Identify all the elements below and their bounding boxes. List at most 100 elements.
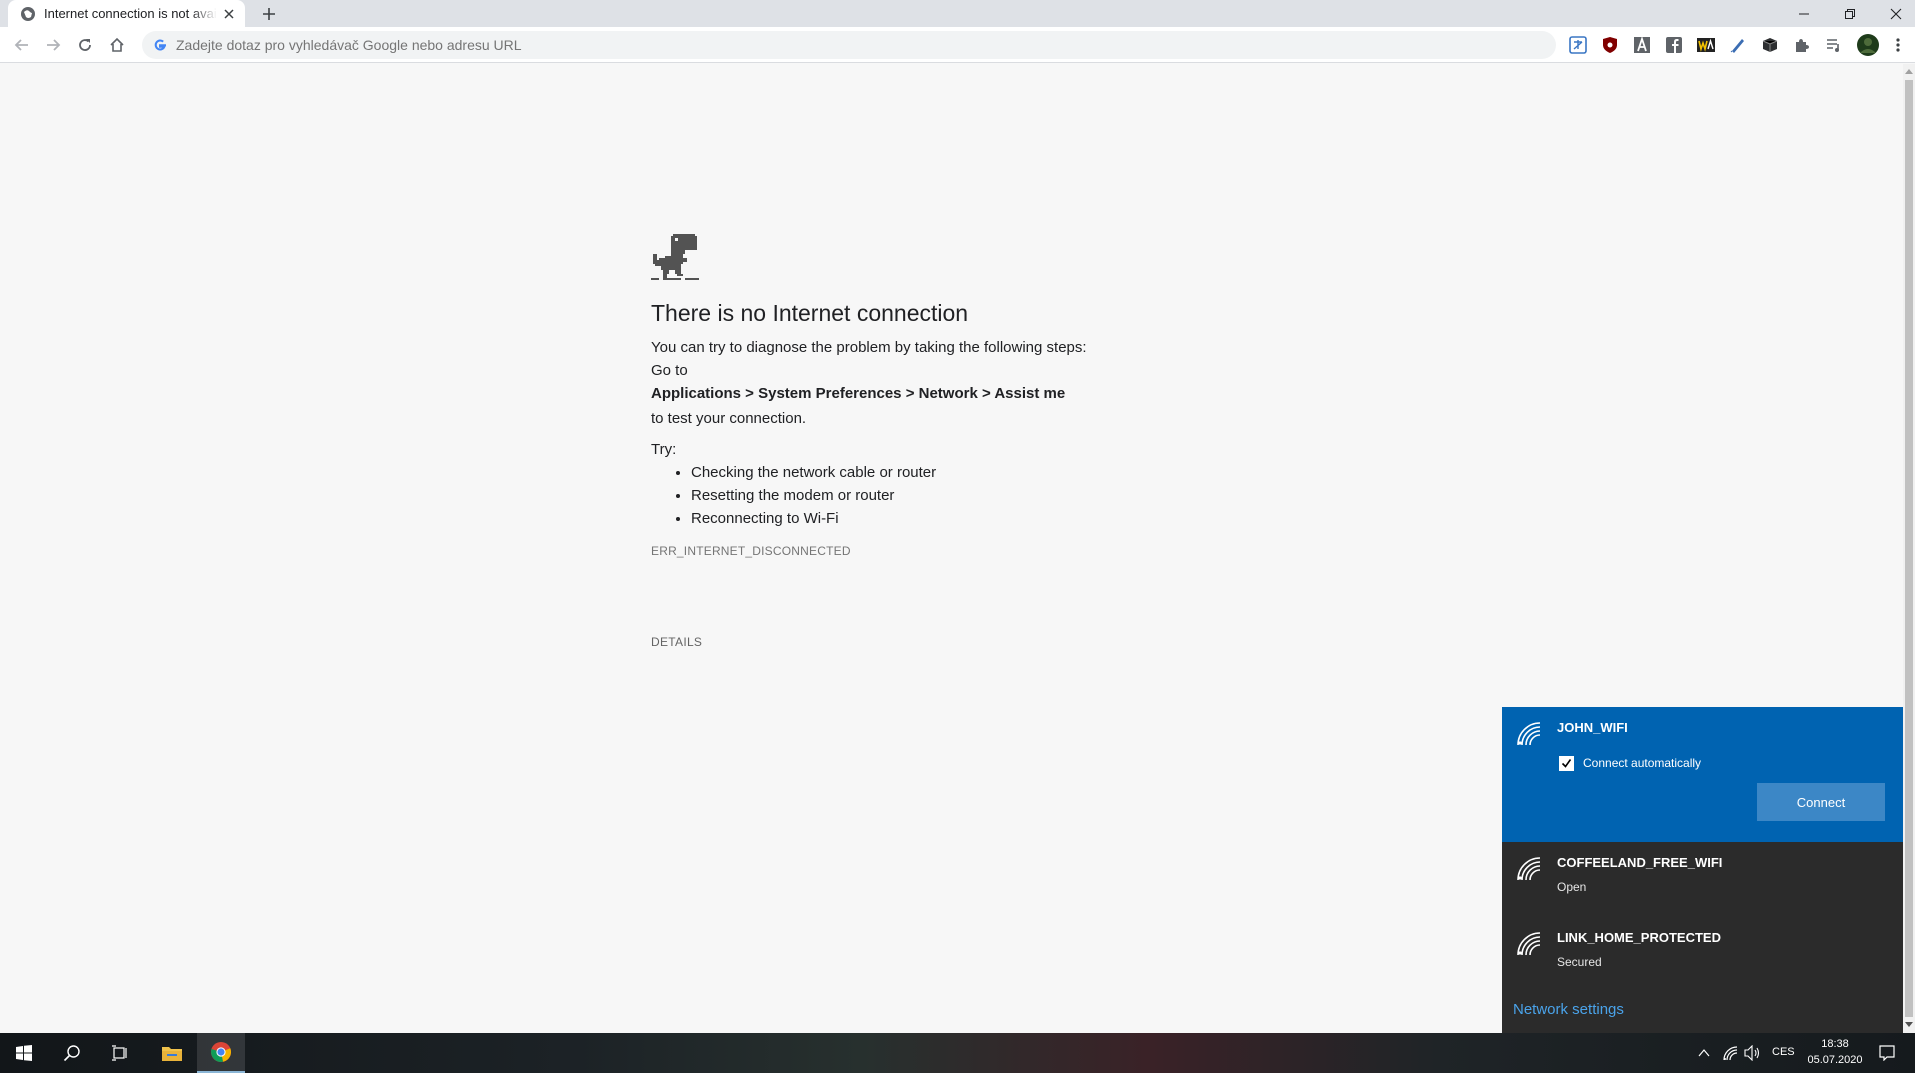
reload-button[interactable] bbox=[73, 33, 97, 57]
connect-button[interactable]: Connect bbox=[1757, 783, 1885, 821]
try-label: Try: bbox=[651, 441, 677, 458]
close-tab-icon[interactable] bbox=[221, 6, 237, 22]
restore-icon bbox=[1845, 8, 1855, 19]
volume-icon[interactable] bbox=[1744, 1045, 1762, 1061]
file-explorer-button[interactable] bbox=[148, 1033, 196, 1073]
new-tab-icon[interactable] bbox=[258, 3, 280, 25]
reload-icon bbox=[79, 39, 91, 51]
home-icon bbox=[110, 37, 124, 52]
facebook-icon bbox=[1666, 37, 1682, 53]
font-extension-icon[interactable] bbox=[1632, 35, 1652, 55]
network-item-link-home[interactable]: LINK_HOME_PROTECTED Secured bbox=[1502, 917, 1903, 992]
back-button[interactable] bbox=[10, 33, 34, 57]
forward-button[interactable] bbox=[41, 33, 65, 57]
address-bar[interactable] bbox=[142, 31, 1556, 59]
clock-time: 18:38 bbox=[1821, 1038, 1849, 1050]
network-name: COFFEELAND_FREE_WIFI bbox=[1557, 855, 1723, 870]
browser-toolbar bbox=[0, 27, 1915, 63]
settings-path: Applications > System Preferences > Netw… bbox=[651, 385, 1066, 402]
network-flyout: JOHN_WIFI Connect automatically Connect … bbox=[1502, 707, 1903, 1033]
diagnose-intro: You can try to diagnose the problem by t… bbox=[651, 339, 1087, 356]
pen-extension-icon[interactable] bbox=[1728, 35, 1748, 55]
wifi-icon bbox=[1517, 722, 1541, 746]
network-status: Secured bbox=[1557, 955, 1602, 969]
wifi-icon bbox=[1517, 932, 1541, 956]
arrow-right-icon bbox=[47, 39, 61, 51]
suggestion-item: Checking the network cable or router bbox=[691, 461, 1211, 484]
media-control-button[interactable] bbox=[1824, 35, 1844, 55]
playlist-icon bbox=[1827, 39, 1839, 52]
language-indicator[interactable]: CES bbox=[1772, 1046, 1795, 1058]
wifi-icon bbox=[1517, 857, 1541, 881]
scroll-up-arrow-icon[interactable] bbox=[1905, 68, 1913, 74]
cube-extension-icon[interactable] bbox=[1760, 35, 1780, 55]
page-scrollbar[interactable] bbox=[1903, 64, 1915, 1033]
error-code: ERR_INTERNET_DISCONNECTED bbox=[651, 544, 851, 558]
chrome-taskbar-button[interactable] bbox=[197, 1033, 245, 1073]
kebab-menu-icon bbox=[1896, 38, 1900, 52]
cube-icon bbox=[1762, 38, 1778, 52]
pen-icon bbox=[1730, 39, 1744, 53]
google-icon bbox=[154, 39, 166, 51]
network-status: Open bbox=[1557, 880, 1587, 894]
home-button[interactable] bbox=[105, 33, 129, 57]
network-name: JOHN_WIFI bbox=[1557, 720, 1628, 735]
show-hidden-icons-icon[interactable] bbox=[1698, 1047, 1710, 1059]
network-item-coffeeland[interactable]: COFFEELAND_FREE_WIFI Open bbox=[1502, 842, 1903, 917]
clock[interactable]: 18:38 05.07.2020 bbox=[1800, 1033, 1870, 1073]
dinosaur-icon[interactable] bbox=[651, 234, 699, 282]
close-window-button[interactable] bbox=[1873, 0, 1915, 27]
minimize-button[interactable] bbox=[1781, 0, 1827, 27]
goto-text: Go to bbox=[651, 362, 688, 379]
task-view-button[interactable] bbox=[96, 1033, 144, 1073]
windows-taskbar: CES 18:38 05.07.2020 bbox=[0, 1033, 1915, 1073]
error-heading: There is no Internet connection bbox=[651, 300, 969, 326]
restore-button[interactable] bbox=[1827, 0, 1873, 27]
details-button[interactable]: DETAILS bbox=[651, 635, 702, 649]
chrome-menu-button[interactable] bbox=[1888, 35, 1908, 55]
wa-badge-icon bbox=[1697, 38, 1715, 52]
puzzle-icon bbox=[1796, 39, 1809, 52]
browser-tab[interactable]: Internet connection is not available bbox=[8, 0, 245, 27]
checkmark-icon bbox=[1561, 759, 1572, 768]
suggestions-list: Checking the network cable or router Res… bbox=[691, 461, 1211, 530]
auto-connect-label: Connect automatically bbox=[1583, 756, 1702, 770]
translate-icon bbox=[1569, 36, 1587, 54]
avatar-icon bbox=[1857, 34, 1879, 56]
globe-icon bbox=[21, 6, 35, 21]
tab-strip: Internet connection is not available bbox=[0, 0, 1915, 27]
url-input[interactable] bbox=[176, 37, 1476, 53]
auto-connect-checkbox[interactable] bbox=[1559, 756, 1574, 771]
network-tray-icon[interactable] bbox=[1722, 1045, 1738, 1061]
facebook-extension-icon[interactable] bbox=[1664, 35, 1684, 55]
letter-a-icon bbox=[1634, 36, 1650, 53]
search-icon bbox=[63, 1045, 80, 1062]
start-button[interactable] bbox=[0, 1033, 48, 1073]
windows-logo-icon bbox=[16, 1045, 32, 1061]
tab-title: Internet connection is not available bbox=[44, 6, 217, 21]
wappalyzer-extension-icon[interactable] bbox=[1696, 35, 1716, 55]
suggestion-item: Reconnecting to Wi-Fi bbox=[691, 507, 1211, 530]
suggestion-item: Resetting the modem or router bbox=[691, 484, 1211, 507]
translate-extension-icon[interactable] bbox=[1568, 35, 1588, 55]
error-panel: There is no Internet connection You can … bbox=[651, 234, 1211, 558]
profile-avatar[interactable] bbox=[1855, 32, 1881, 58]
search-button[interactable] bbox=[48, 1033, 96, 1073]
action-center-icon[interactable] bbox=[1879, 1045, 1895, 1061]
minimize-icon bbox=[1799, 13, 1809, 14]
test-connection-text: to test your connection. bbox=[651, 410, 807, 427]
task-view-icon bbox=[112, 1045, 127, 1061]
chrome-icon bbox=[211, 1042, 232, 1062]
clock-date: 05.07.2020 bbox=[1807, 1054, 1863, 1066]
folder-icon bbox=[162, 1047, 182, 1061]
shield-icon bbox=[1603, 37, 1617, 53]
scrollbar-thumb[interactable] bbox=[1905, 80, 1913, 1017]
network-name: LINK_HOME_PROTECTED bbox=[1557, 930, 1721, 945]
close-icon bbox=[1890, 8, 1902, 19]
arrow-left-icon bbox=[14, 39, 28, 51]
ublock-extension-icon[interactable] bbox=[1600, 35, 1620, 55]
network-settings-link[interactable]: Network settings bbox=[1513, 1001, 1624, 1018]
scroll-down-arrow-icon[interactable] bbox=[1905, 1022, 1913, 1028]
extensions-button[interactable] bbox=[1792, 35, 1812, 55]
network-item-john-wifi[interactable]: JOHN_WIFI Connect automatically Connect bbox=[1502, 707, 1903, 842]
